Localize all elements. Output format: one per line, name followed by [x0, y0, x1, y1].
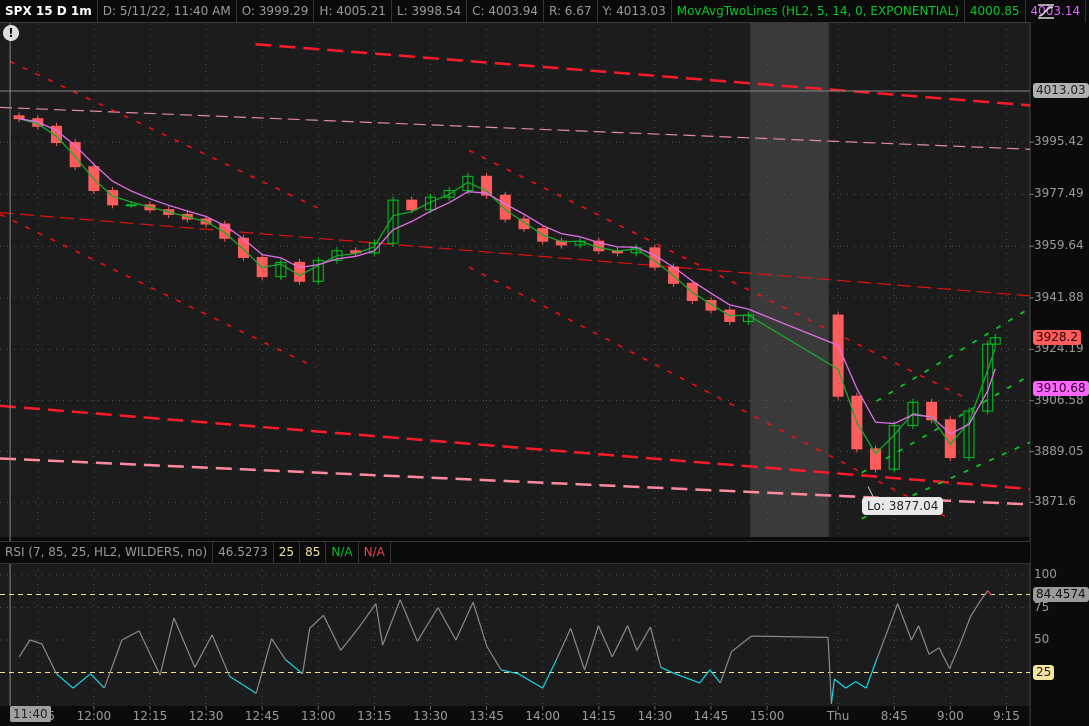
rsi-marker: 25: [1033, 664, 1055, 680]
chart-canvas[interactable]: [0, 0, 1089, 726]
time-axis-label: 9:00: [936, 709, 964, 723]
time-axis-label: 14:45: [693, 709, 729, 723]
price-axis-label: 3941.88: [1034, 289, 1084, 304]
rsi-axis-label: 50: [1034, 632, 1050, 646]
price-marker: 3928.2: [1033, 329, 1081, 345]
date-readout: D: 5/11/22, 11:40 AM: [98, 0, 237, 22]
price-marker: 3910.68: [1033, 380, 1089, 396]
rsi-overbought: 85: [300, 542, 327, 563]
time-axis-label: 12:30: [188, 709, 224, 723]
candle-down: [870, 448, 882, 470]
time-axis-label: 13:30: [413, 709, 448, 723]
close-readout: C: 4003.94: [467, 0, 544, 22]
low-annotation: Lo: 3877.04: [862, 496, 944, 515]
candle-down: [499, 194, 511, 220]
candle-down: [13, 115, 25, 120]
rsi-oversold: 25: [274, 542, 301, 563]
time-axis-label: 14:15: [581, 709, 617, 723]
cursor-time-label: 11:40: [10, 706, 51, 722]
price-marker: 4013.03: [1033, 82, 1089, 98]
time-axis-label: 13:45: [469, 709, 504, 723]
rsi-study-label[interactable]: RSI (7, 85, 25, HL2, WILDERS, no): [0, 542, 214, 563]
rsi-value: 46.5273: [213, 542, 274, 563]
candle-down: [406, 199, 418, 211]
rsi-axis-label: 100: [1034, 567, 1057, 581]
chart-header: SPX 15 D 1m D: 5/11/22, 11:40 AM O: 3999…: [0, 0, 1087, 23]
rsi-na-1: N/A: [326, 542, 359, 563]
time-axis-label: 12:15: [132, 709, 168, 723]
symbol-label[interactable]: SPX 15 D 1m: [0, 0, 98, 22]
time-axis-label: 12:45: [244, 709, 280, 723]
after-hours-shading: [750, 22, 829, 537]
time-axis-label: 13:00: [300, 709, 336, 723]
alert-icon[interactable]: !: [3, 25, 19, 41]
ma-fast-value: 4000.85: [965, 0, 1026, 22]
rsi-header: RSI (7, 85, 25, HL2, WILDERS, no) 46.527…: [0, 541, 1030, 564]
time-axis-label: 14:00: [525, 709, 560, 723]
time-axis-label: 12:00: [76, 709, 112, 723]
y-readout: Y: 4013.03: [598, 0, 672, 22]
price-axis-label: 3871.6: [1034, 494, 1076, 509]
candle-down: [832, 314, 844, 397]
open-readout: O: 3999.29: [237, 0, 315, 22]
time-axis-label: 13:15: [357, 709, 392, 723]
time-axis-label: 15:00: [749, 709, 785, 723]
price-axis-label: 3977.49: [1034, 186, 1084, 201]
high-readout: H: 4005.21: [314, 0, 392, 22]
price-axis-label: 3889.05: [1034, 443, 1084, 458]
candle-up: [125, 204, 137, 207]
time-axis-label: 14:30: [637, 709, 673, 723]
range-readout: R: 6.67: [544, 0, 598, 22]
rsi-na-2: N/A: [359, 542, 391, 563]
low-readout: L: 3998.54: [392, 0, 468, 22]
rsi-marker: 84.4574: [1033, 587, 1089, 603]
time-axis-label: 9:15: [992, 709, 1020, 723]
price-axis-label: 3959.64: [1034, 238, 1084, 253]
time-axis-label: 8:45: [880, 709, 908, 723]
study-label[interactable]: MovAvgTwoLines (HL2, 5, 14, 0, EXPONENTI…: [672, 0, 965, 22]
price-axis-label: 3995.42: [1034, 134, 1084, 149]
drawing-style-icon[interactable]: [1034, 0, 1058, 22]
rsi-panel-bg: [0, 563, 1030, 706]
time-axis-label: Thu: [826, 709, 850, 723]
